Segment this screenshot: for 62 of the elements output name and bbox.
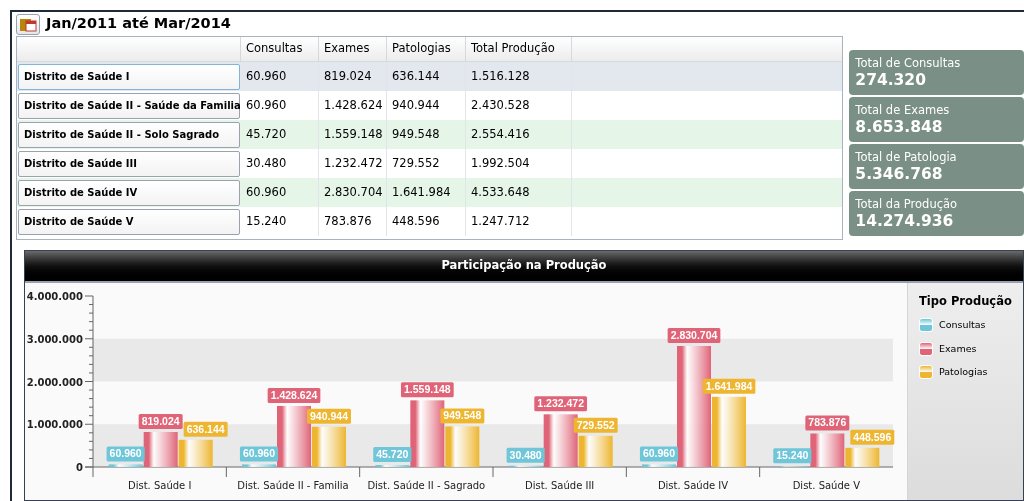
- axis-label: Dist. Saúde III: [525, 480, 595, 491]
- legend-swatch: [919, 318, 933, 333]
- data-label: 1.559.148: [400, 382, 454, 398]
- legend-label: Patologias: [939, 364, 988, 379]
- axis-label: Dist. Saúde I: [127, 480, 192, 491]
- table-row[interactable]: Distrito de Saúde I 60.960 819.024 636.144 1.516.128: [17, 62, 843, 91]
- data-label: 15.240: [773, 448, 812, 464]
- total-value: 14.274.936: [855, 211, 955, 231]
- chart-title: Participação na Produção: [441, 257, 607, 275]
- total-value: 274.320: [855, 70, 927, 90]
- total-value: 8.653.848: [855, 117, 944, 137]
- data-label: 636.144: [183, 421, 228, 437]
- table-cell: 783.876: [319, 207, 387, 236]
- data-label: 949.548: [440, 408, 485, 424]
- district-button[interactable]: Distrito de Saúde II - Saúde da Familia: [18, 92, 240, 119]
- total-label: Total de Consultas: [855, 55, 962, 71]
- data-label: 819.024: [138, 414, 183, 429]
- column-header[interactable]: Total Produção: [466, 37, 572, 61]
- table-row[interactable]: Distrito de Saúde IV 60.960 2.830.704 1.641.984 4.533.648: [17, 178, 843, 207]
- data-label: 60.960: [639, 446, 679, 462]
- column-header[interactable]: Consultas: [241, 37, 319, 61]
- legend-title: Tipo Produção: [919, 293, 1013, 310]
- data-label: 1.428.624: [267, 387, 321, 403]
- total-label: Total de Exames: [855, 102, 951, 118]
- data-label: 783.876: [805, 415, 850, 431]
- axis-label: Dist. Saúde II - Familia: [237, 480, 349, 491]
- data-label: 60.960: [106, 446, 145, 462]
- table-row[interactable]: Distrito de Saúde II - Solo Sagrado 45.720 1.559.148 949.548 2.554.416: [17, 120, 843, 149]
- calendar-button[interactable]: [16, 13, 40, 35]
- total-label: Total de Patologia: [855, 149, 958, 165]
- legend-swatch: [919, 364, 933, 379]
- total-value: 5.346.768: [855, 164, 944, 184]
- data-label: 1.232.472: [534, 396, 588, 412]
- axis-label: Dist. Saúde II - Sagrado: [367, 480, 486, 491]
- total-label: Total da Produção: [855, 196, 959, 212]
- axis-label: 3.000.000: [26, 333, 83, 345]
- data-label: 940.944: [307, 408, 351, 424]
- data-label: 2.830.704: [667, 328, 721, 343]
- district-button[interactable]: Distrito de Saúde II - Solo Sagrado: [18, 121, 240, 148]
- axis-label: 2.000.000: [26, 376, 83, 388]
- axis-label: 4.000.000: [26, 291, 83, 302]
- district-button[interactable]: Distrito de Saúde I: [18, 63, 240, 90]
- table-cell: 1.247.712: [466, 207, 572, 236]
- table-cell: 15.240: [241, 207, 319, 236]
- data-label: 45.720: [373, 447, 412, 463]
- calendar-icon: [19, 16, 37, 32]
- district-button[interactable]: Distrito de Saúde III: [18, 150, 240, 177]
- column-header[interactable]: Exames: [319, 37, 387, 61]
- axis-label: 1.000.000: [26, 419, 83, 431]
- period-title: Jan/2011 até Mar/2014: [46, 14, 231, 34]
- axis-label: Dist. Saúde V: [792, 480, 860, 491]
- legend-label: Consultas: [939, 318, 986, 333]
- data-label: 60.960: [239, 446, 279, 462]
- axis-label: 0: [76, 462, 83, 473]
- legend-swatch: [919, 341, 933, 356]
- table-cell: 448.596: [387, 207, 466, 236]
- data-label: 729.552: [573, 417, 618, 433]
- axis-label: Dist. Saúde IV: [657, 480, 729, 491]
- district-button[interactable]: Distrito de Saúde V: [18, 208, 240, 235]
- legend-label: Exames: [939, 341, 977, 356]
- district-button[interactable]: Distrito de Saúde IV: [18, 179, 240, 206]
- column-header[interactable]: Patologias: [387, 37, 466, 61]
